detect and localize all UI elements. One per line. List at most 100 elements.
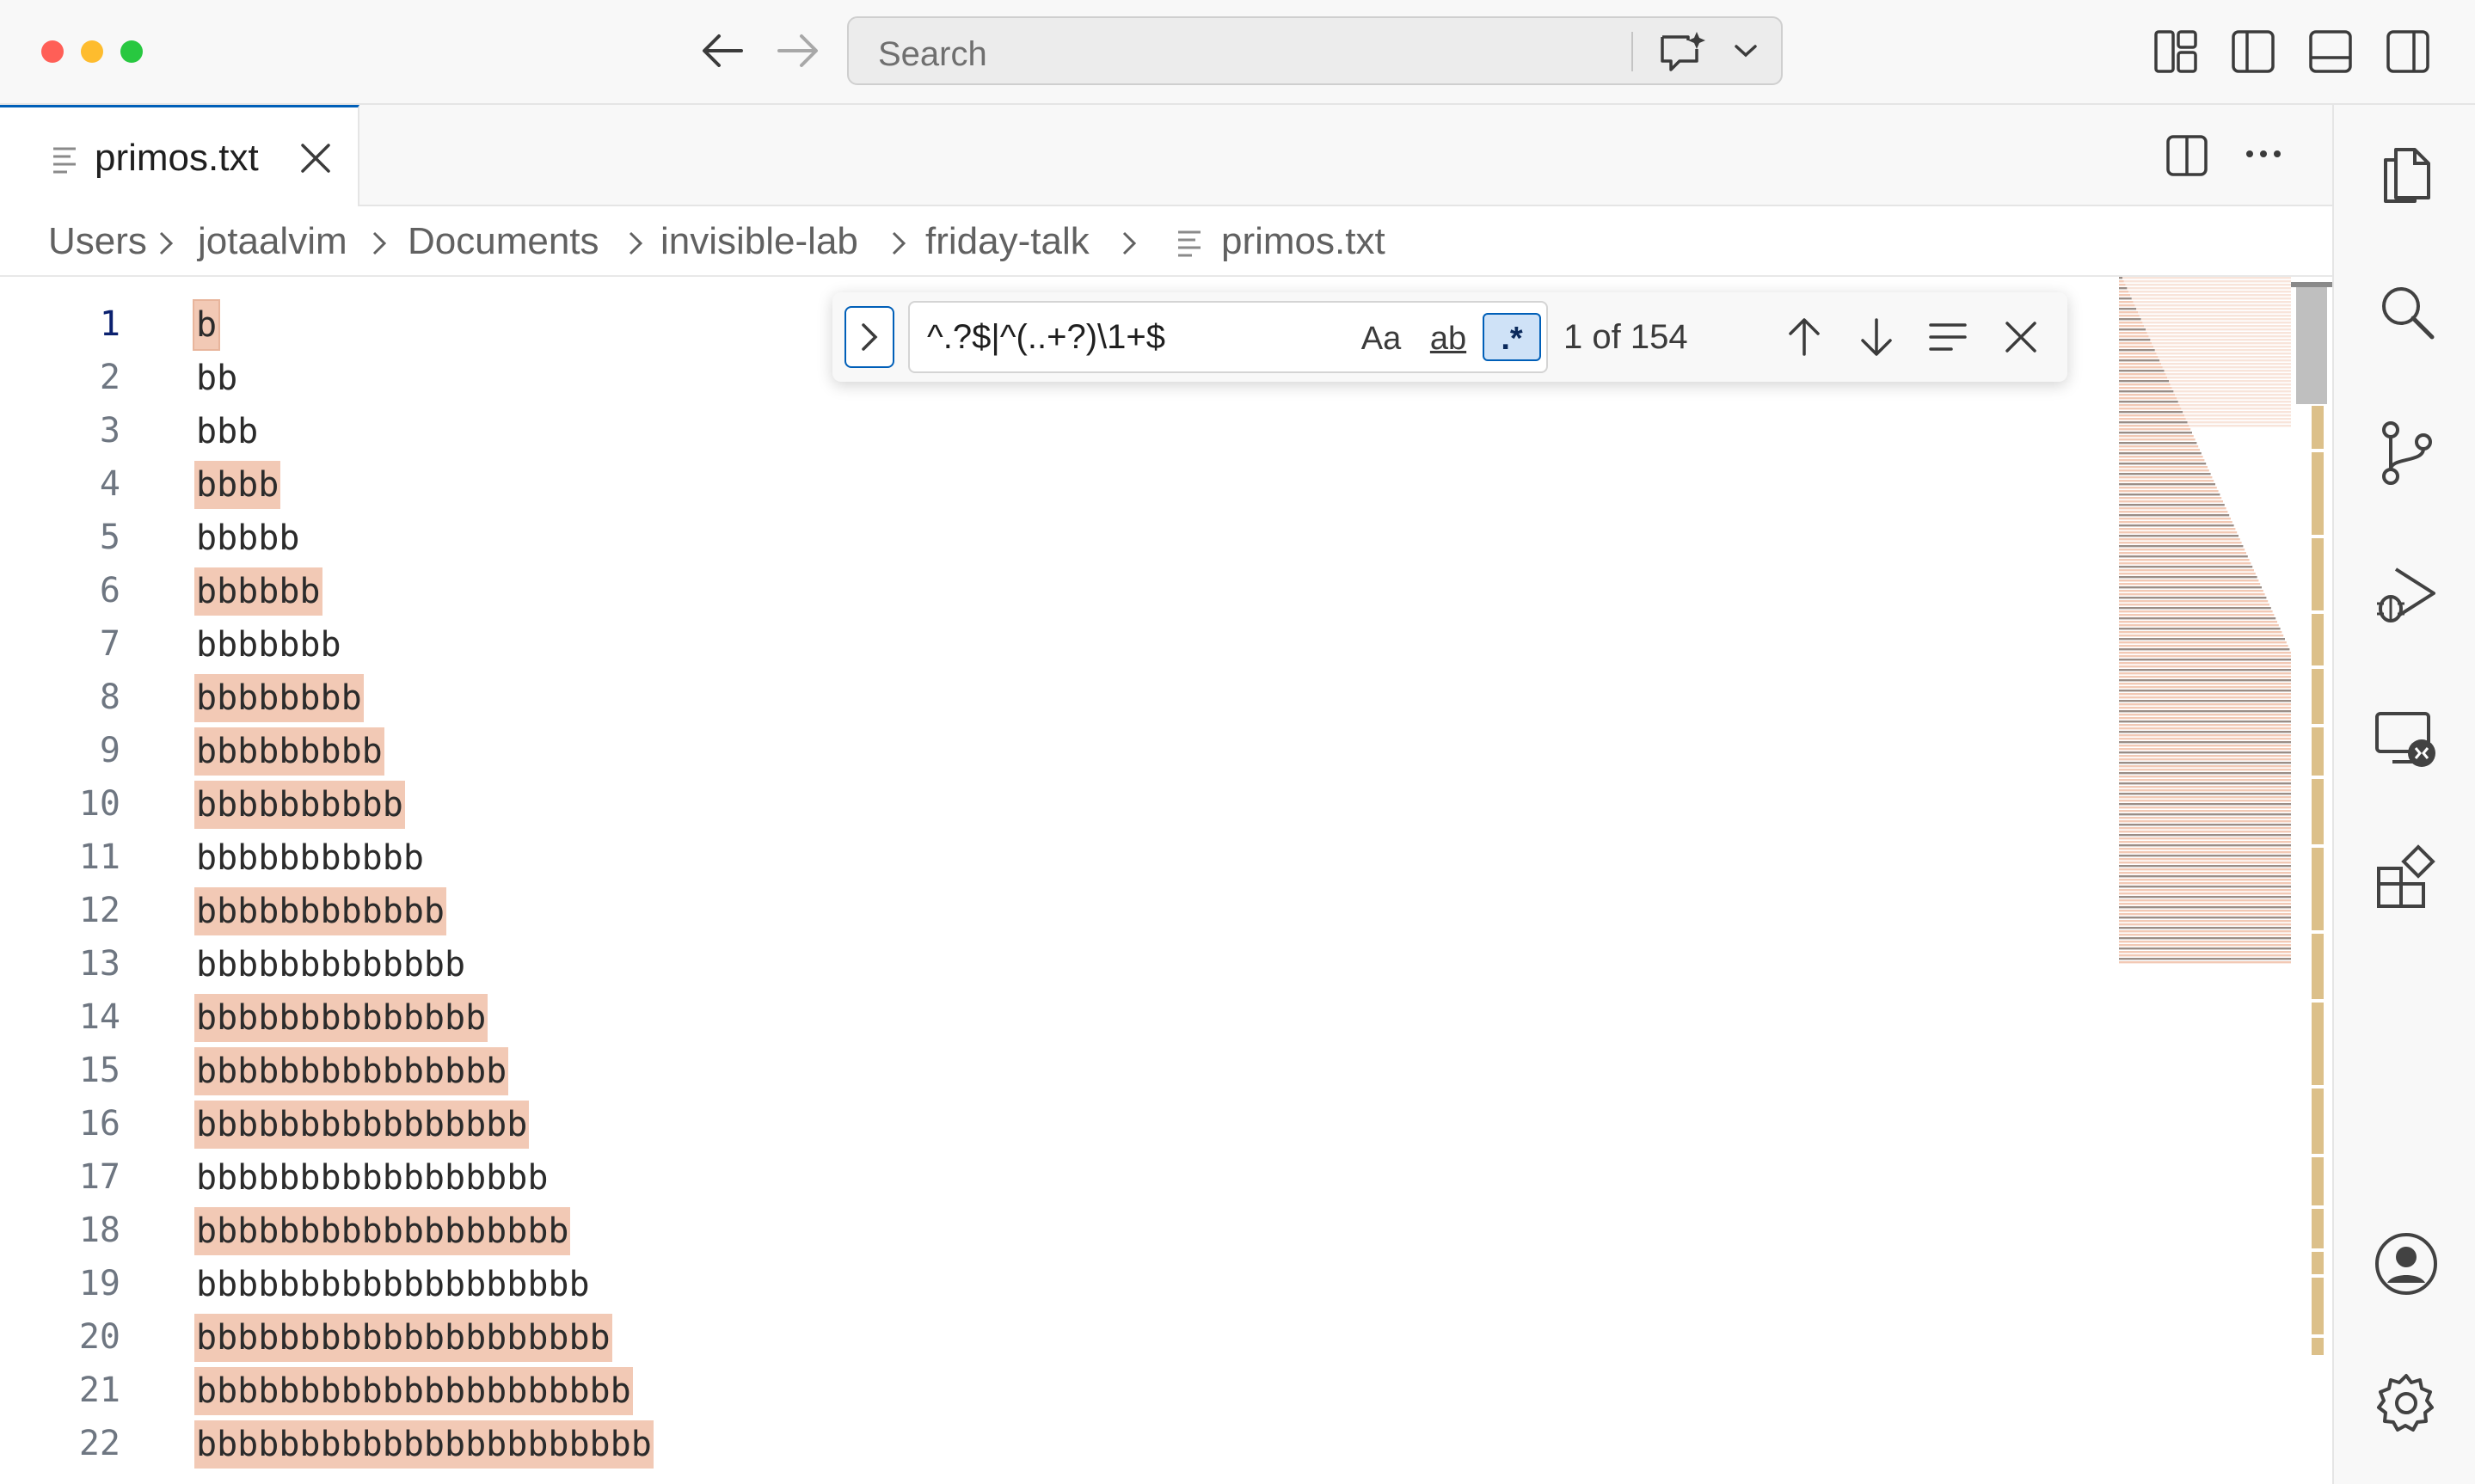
close-icon[interactable]	[299, 142, 332, 175]
minimap-line	[2119, 899, 2291, 902]
find-input[interactable]: ^.?$|^(..+?)\1+$ Aa ab .*	[908, 301, 1548, 373]
editor-line[interactable]: 16 bbbbbbbbbbbbbbbb	[0, 1097, 2116, 1150]
line-number: 14	[78, 997, 120, 1037]
toggle-primary-sidebar-icon[interactable]	[2231, 29, 2275, 74]
customize-layout-icon[interactable]	[2153, 29, 2198, 74]
manage-gear-icon[interactable]	[2370, 1367, 2442, 1439]
editor-line[interactable]: 10 bbbbbbbbbb	[0, 777, 2116, 831]
tab-primos-txt[interactable]: primos.txt	[0, 105, 359, 206]
editor-line[interactable]: 22 bbbbbbbbbbbbbbbbbbbbbb	[0, 1417, 2116, 1470]
use-regex-toggle[interactable]: .*	[1483, 313, 1541, 361]
match-case-toggle[interactable]: Aa	[1355, 315, 1407, 363]
next-match-icon[interactable]	[1856, 316, 1897, 358]
editor-line[interactable]: 9 bbbbbbbbb	[0, 724, 2116, 777]
minimap-line	[2119, 552, 2246, 555]
close-icon[interactable]	[2002, 318, 2040, 356]
breadcrumb-item[interactable]: invisible-lab	[660, 220, 858, 263]
editor-line[interactable]: 3 bbb	[0, 404, 2116, 457]
editor-line[interactable]: 5 bbbbb	[0, 511, 2116, 564]
editor-line[interactable]: 15 bbbbbbbbbbbbbbb	[0, 1044, 2116, 1097]
breadcrumb-item[interactable]: Users	[48, 220, 147, 263]
vertical-scrollbar[interactable]	[2291, 277, 2332, 1484]
line-number: 15	[78, 1051, 120, 1090]
minimap-line	[2119, 524, 2234, 527]
back-arrow-icon[interactable]	[698, 29, 746, 72]
editor-line[interactable]: 6 bbbbbb	[0, 564, 2116, 617]
minimap-line	[2119, 511, 2228, 513]
minimap-line	[2119, 604, 2269, 606]
toggle-secondary-sidebar-icon[interactable]	[2386, 29, 2430, 74]
match-whole-word-toggle[interactable]: ab	[1421, 315, 1476, 363]
editor-line[interactable]: 11 bbbbbbbbbbb	[0, 831, 2116, 884]
minimap-line	[2119, 583, 2261, 586]
minimap-line	[2119, 301, 2134, 304]
zoom-window-button[interactable]	[120, 40, 143, 63]
match-highlight-text: bbbbbbbbbb	[194, 781, 405, 829]
minimap-line	[2119, 631, 2282, 634]
editor-line[interactable]: 7 bbbbbbb	[0, 617, 2116, 671]
close-window-button[interactable]	[41, 40, 64, 63]
minimap-line	[2119, 349, 2155, 352]
scrollbar-marker-gap	[2312, 724, 2324, 727]
minimap-line	[2119, 497, 2222, 500]
minimap-selection-band	[2159, 359, 2291, 362]
minimize-window-button[interactable]	[81, 40, 103, 63]
toggle-replace-button[interactable]	[844, 306, 894, 368]
minimap-line	[2119, 315, 2140, 317]
editor-line[interactable]: 14 bbbbbbbbbbbbbb	[0, 990, 2116, 1044]
minimap-line	[2119, 387, 2172, 389]
minimap-line	[2119, 635, 2284, 637]
search-icon[interactable]	[2370, 277, 2442, 349]
editor-line[interactable]: 21 bbbbbbbbbbbbbbbbbbbbb	[0, 1364, 2116, 1417]
match-count: 1 of 154	[1563, 318, 1688, 356]
chevron-down-icon[interactable]	[1733, 42, 1759, 59]
explorer-icon[interactable]	[2370, 138, 2442, 210]
extensions-icon[interactable]	[2370, 843, 2442, 915]
match-highlight-text: bbbbbbbbbbbbbbbbbbbb	[194, 1314, 612, 1362]
command-center-search[interactable]: Search	[847, 16, 1783, 85]
minimap-line	[2119, 535, 2239, 537]
find-in-selection-icon[interactable]	[1928, 320, 1968, 354]
editor-line[interactable]: 18 bbbbbbbbbbbbbbbbbb	[0, 1204, 2116, 1257]
minimap-line	[2119, 865, 2291, 868]
minimap-line	[2119, 886, 2291, 888]
editor-line[interactable]: 17 bbbbbbbbbbbbbbbbb	[0, 1150, 2116, 1204]
source-control-icon[interactable]	[2370, 416, 2442, 488]
minimap-line	[2119, 346, 2153, 348]
minimap[interactable]	[2119, 277, 2291, 965]
minimap-line	[2119, 923, 2291, 926]
minimap-selection-band	[2134, 304, 2291, 307]
scrollbar-thumb	[2296, 284, 2327, 404]
accounts-icon[interactable]	[2370, 1228, 2442, 1300]
activity-bar	[2332, 105, 2475, 1484]
minimap-line	[2119, 769, 2291, 771]
minimap-line	[2119, 755, 2291, 757]
editor-text-area[interactable]: 1 b 2 bb 3 bbb 4 bbbb 5 bbbbb 6 bbbbbb 7 bbbbbbb 8 bbbb…	[0, 277, 2332, 1484]
breadcrumb-item[interactable]: jotaalvim	[198, 220, 347, 263]
minimap-line	[2119, 332, 2147, 334]
breadcrumb-item[interactable]: Documents	[408, 220, 599, 263]
minimap-line	[2119, 920, 2291, 923]
editor-line[interactable]: 19 bbbbbbbbbbbbbbbbbbb	[0, 1257, 2116, 1310]
forward-arrow-icon[interactable]	[774, 29, 822, 72]
breadcrumb-item[interactable]: friday-talk	[925, 220, 1090, 263]
editor-line[interactable]: 20 bbbbbbbbbbbbbbbbbbbb	[0, 1310, 2116, 1364]
copilot-chat-icon[interactable]	[1657, 30, 1709, 75]
minimap-line	[2119, 961, 2291, 964]
minimap-line	[2119, 831, 2291, 833]
more-actions-icon[interactable]	[2245, 148, 2282, 160]
editor-line[interactable]: 12 bbbbbbbbbbbb	[0, 884, 2116, 937]
editor-line[interactable]: 13 bbbbbbbbbbbbb	[0, 937, 2116, 990]
editor-line[interactable]: 4 bbbb	[0, 457, 2116, 511]
minimap-line	[2119, 662, 2291, 665]
run-debug-icon[interactable]	[2370, 559, 2442, 631]
minimap-line	[2119, 366, 2163, 369]
match-highlight-text: bbbbbbbbbbbbbbbb	[194, 1101, 530, 1149]
toggle-panel-icon[interactable]	[2308, 29, 2353, 74]
previous-match-icon[interactable]	[1784, 316, 1825, 358]
minimap-line	[2119, 562, 2251, 565]
editor-line[interactable]: 8 bbbbbbbb	[0, 671, 2116, 724]
split-editor-icon[interactable]	[2165, 134, 2208, 177]
remote-explorer-icon[interactable]	[2370, 702, 2442, 774]
breadcrumb-item[interactable]: primos.txt	[1221, 220, 1385, 263]
